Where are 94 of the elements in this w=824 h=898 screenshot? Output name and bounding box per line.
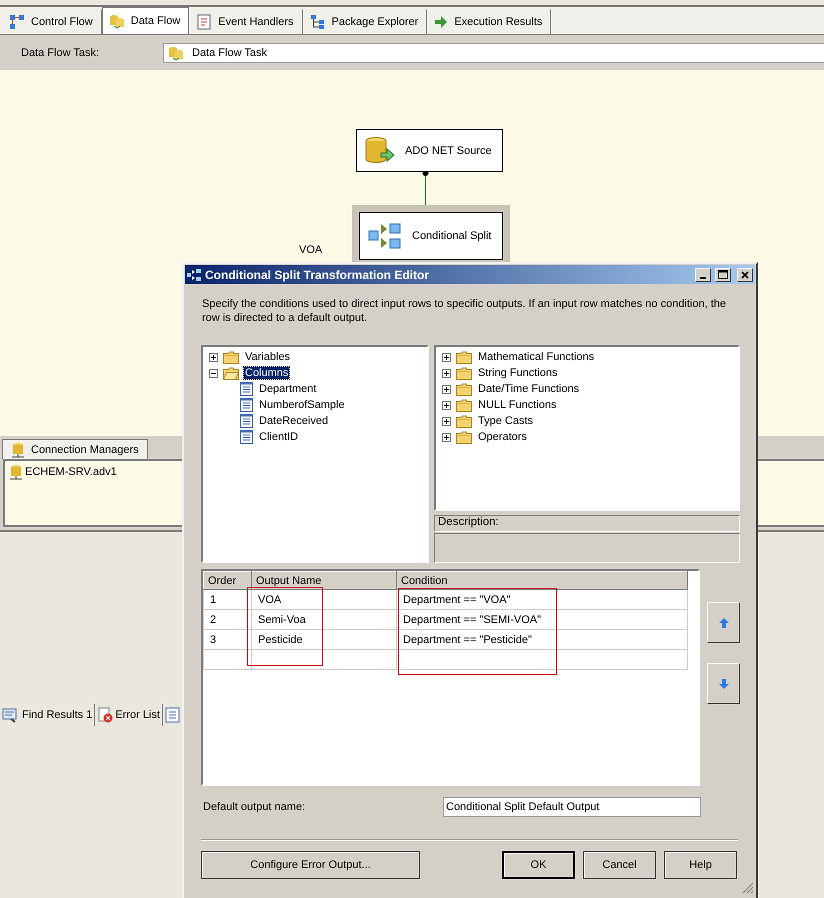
grid-cell[interactable]: 2 [204, 610, 252, 630]
column-header[interactable]: Condition [396, 572, 688, 590]
down-arrow-icon [718, 678, 728, 688]
maximize-button[interactable] [715, 268, 731, 282]
tree-item[interactable]: Operators [477, 431, 528, 443]
minimize-icon [700, 276, 706, 278]
dialog-title: Conditional Split Transformation Editor [205, 268, 430, 282]
instructions-text: Specify the conditions used to direct input rows to specific outputs. If an input row matches no condition, the row is directed to a default output. [202, 297, 728, 325]
data-flow-icon [108, 13, 125, 29]
expand-toggle[interactable] [442, 368, 451, 378]
expand-toggle[interactable] [442, 384, 451, 394]
column-header[interactable]: Output Name [252, 572, 396, 590]
folder-icon [456, 414, 472, 428]
tree-item[interactable]: Type Casts [477, 415, 534, 427]
move-down-button[interactable] [707, 663, 740, 704]
connection-item[interactable]: ECHEM-SRV.adv1 [9, 464, 820, 480]
plus-icon [443, 434, 450, 440]
maximize-icon [718, 270, 728, 279]
tree-item[interactable]: String Functions [477, 367, 558, 379]
column-header[interactable]: Order [204, 572, 252, 590]
column-item[interactable]: NumberofSample [258, 399, 346, 411]
grid-cell[interactable]: Pesticide [252, 630, 396, 650]
tree-item[interactable]: Variables [244, 351, 292, 363]
dialog-button[interactable]: Help [664, 851, 737, 879]
close-icon [741, 270, 749, 278]
tree-icon [310, 14, 326, 30]
document-icon [196, 14, 212, 30]
task-label: Data Flow Task: [21, 46, 100, 58]
designer-tab[interactable]: Package Explorer [302, 9, 428, 34]
folder-icon [456, 430, 472, 444]
column-item[interactable]: Department [258, 383, 318, 395]
column-item[interactable]: DateReceived [258, 415, 330, 427]
expand-toggle[interactable] [442, 416, 451, 426]
minimize-button[interactable] [695, 268, 711, 282]
up-arrow-icon [718, 618, 728, 628]
error-list-icon [97, 707, 114, 723]
description-label: Description: [434, 515, 740, 532]
flow-diagram-icon [9, 14, 25, 30]
folder-icon [456, 382, 472, 396]
grid-cell[interactable]: VOA [252, 590, 396, 610]
expand-toggle[interactable] [209, 352, 218, 362]
arrow-icon [434, 15, 448, 29]
grid-cell[interactable]: Semi-Voa [252, 610, 396, 630]
column-icon [240, 398, 253, 412]
folder-icon [223, 350, 239, 364]
path-label: VOA [299, 244, 322, 256]
folder-icon [456, 350, 472, 364]
resize-grip-icon [742, 882, 754, 894]
column-icon [240, 414, 253, 428]
connection-managers-tab[interactable]: Connection Managers [2, 439, 148, 459]
plus-icon [443, 418, 450, 424]
plus-icon [443, 370, 450, 376]
collapse-toggle[interactable] [209, 368, 218, 378]
plus-icon [443, 354, 450, 360]
tree-item[interactable]: Date/Time Functions [477, 383, 580, 395]
dialog-button[interactable]: Cancel [583, 851, 656, 879]
component-node[interactable]: ADO NET Source [356, 129, 503, 172]
tool-window-tab[interactable]: Error List [95, 704, 163, 726]
tree-item[interactable]: Mathematical Functions [477, 351, 596, 363]
data-flow-icon [168, 44, 184, 60]
database-icon [365, 136, 395, 164]
folder-icon [456, 398, 472, 412]
tree-item[interactable]: Columns [244, 367, 290, 379]
connection-icon [9, 464, 23, 480]
grid-cell[interactable]: Department == "VOA" [396, 590, 688, 610]
grid-cell[interactable]: Department == "Pesticide" [396, 630, 688, 650]
grid-cell[interactable]: 3 [204, 630, 252, 650]
expand-toggle[interactable] [442, 400, 451, 410]
expand-toggle[interactable] [442, 352, 451, 362]
folder-icon [456, 366, 472, 380]
plus-icon [443, 386, 450, 392]
split-icon [368, 222, 402, 250]
output-icon [164, 707, 181, 723]
default-output-field[interactable]: Conditional Split Default Output [443, 797, 701, 817]
connection-icon [11, 442, 25, 458]
tool-window-tab[interactable]: Find Results 1 [0, 704, 96, 726]
task-dropdown[interactable]: Data Flow Task [163, 42, 824, 62]
open-folder-icon [223, 366, 239, 380]
designer-tab[interactable]: Data Flow [102, 7, 190, 34]
grid-cell[interactable]: Department == "SEMI-VOA" [396, 610, 688, 630]
plus-icon [210, 354, 217, 360]
plus-icon [443, 402, 450, 408]
move-up-button[interactable] [707, 602, 740, 643]
dialog-button[interactable]: OK [502, 851, 575, 879]
tree-item[interactable]: NULL Functions [477, 399, 558, 411]
close-button[interactable] [737, 268, 753, 282]
column-icon [240, 382, 253, 396]
dialog-button[interactable]: Configure Error Output... [201, 851, 420, 879]
grid-cell[interactable]: 1 [204, 590, 252, 610]
split-icon [187, 268, 201, 280]
column-icon [240, 430, 253, 444]
column-item[interactable]: ClientID [258, 431, 300, 443]
default-output-label: Default output name: [203, 801, 306, 813]
expand-toggle[interactable] [442, 432, 451, 442]
